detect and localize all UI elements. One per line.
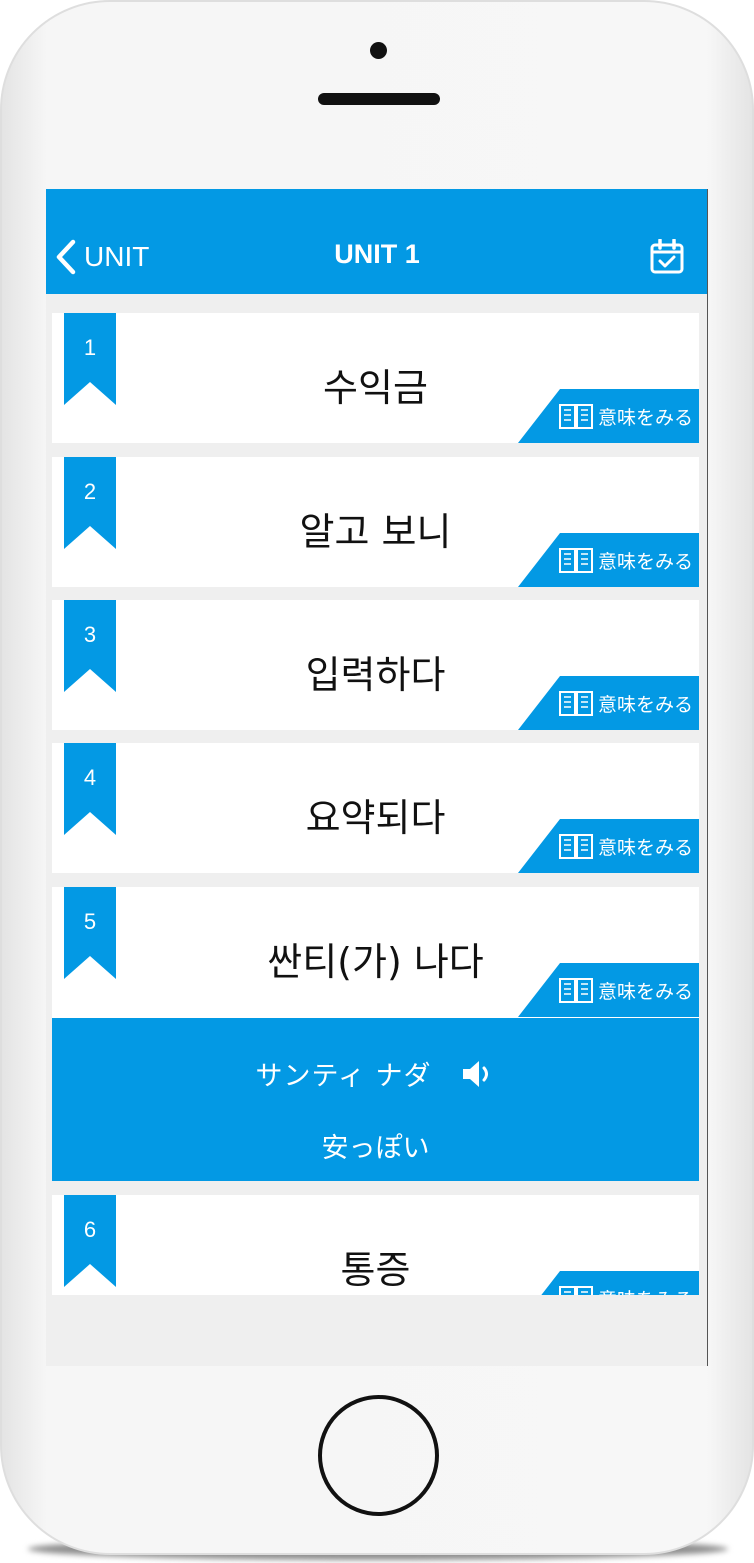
- word-card[interactable]: 3 입력하다 意味をみる: [52, 600, 699, 730]
- book-icon: [559, 548, 593, 573]
- speaker-icon[interactable]: [461, 1059, 495, 1089]
- show-meaning-button[interactable]: 意味をみる: [518, 389, 699, 443]
- app-screen: UNIT UNIT 1 1 수익금 意味をみる 2 알고 보니 意味をみる 3 …: [46, 189, 708, 1366]
- show-meaning-label: 意味をみる: [598, 551, 694, 573]
- show-meaning-button[interactable]: 意味をみる: [518, 819, 699, 873]
- calendar-check-icon[interactable]: [649, 239, 685, 275]
- word-card[interactable]: 6 통증 意味をみる: [52, 1195, 699, 1295]
- book-icon: [559, 1286, 593, 1295]
- show-meaning-button[interactable]: 意味をみる: [518, 533, 699, 587]
- show-meaning-button[interactable]: 意味をみる: [518, 1271, 699, 1295]
- meaning-panel: サンティ ナダ 安っぽい: [52, 1018, 699, 1181]
- reading-text: サンティ ナダ: [255, 1061, 432, 1092]
- show-meaning-label: 意味をみる: [598, 694, 694, 716]
- show-meaning-button[interactable]: 意味をみる: [518, 963, 699, 1017]
- reading-row: サンティ ナダ: [52, 1054, 699, 1093]
- show-meaning-label: 意味をみる: [598, 1285, 693, 1295]
- show-meaning-label: 意味をみる: [598, 981, 694, 1003]
- word-card[interactable]: 1 수익금 意味をみる: [52, 313, 699, 443]
- earpiece-speaker: [318, 93, 440, 105]
- word-card[interactable]: 4 요약되다 意味をみる: [52, 743, 699, 873]
- navigation-bar: UNIT UNIT 1: [46, 189, 707, 294]
- book-icon: [559, 691, 593, 716]
- book-icon: [559, 978, 593, 1003]
- show-meaning-button[interactable]: 意味をみる: [518, 676, 699, 730]
- home-button[interactable]: [318, 1395, 439, 1516]
- translation-text: 安っぽい: [321, 1133, 430, 1164]
- book-icon: [559, 834, 593, 859]
- front-camera: [370, 42, 387, 59]
- word-card[interactable]: 2 알고 보니 意味をみる: [52, 457, 699, 587]
- show-meaning-label: 意味をみる: [598, 837, 694, 859]
- show-meaning-label: 意味をみる: [598, 407, 694, 429]
- book-icon: [559, 404, 593, 429]
- word-card-expanded[interactable]: 5 싼티(가) 나다 意味をみる: [52, 887, 699, 1018]
- page-title: UNIT 1: [334, 239, 420, 269]
